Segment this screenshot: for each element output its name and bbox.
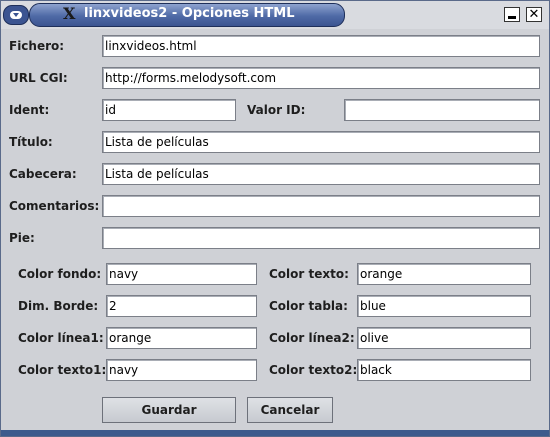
guardar-button[interactable]: Guardar (102, 397, 236, 423)
window-menu-icon (10, 11, 22, 19)
color-linea2-input[interactable]: olive (357, 327, 531, 349)
color-texto2-input[interactable]: black (357, 359, 531, 381)
ident-label: Ident: (9, 103, 50, 117)
fichero-label: Fichero: (9, 39, 65, 53)
ident-input[interactable]: id (102, 99, 236, 121)
options-dialog: X linxvideos2 - Opciones HTML ✕ Fichero:… (0, 0, 550, 437)
valor-id-input[interactable] (344, 99, 540, 121)
fichero-input[interactable]: linxvideos.html (102, 35, 540, 57)
color-texto-label: Color texto: (269, 267, 349, 281)
color-texto1-input[interactable]: navy (106, 359, 257, 381)
color-linea2-label: Color línea2: (269, 331, 355, 345)
title-bar[interactable]: X linxvideos2 - Opciones HTML ✕ (1, 1, 549, 29)
x-logo-icon: X (63, 4, 76, 23)
window-bottom-border (1, 430, 549, 436)
color-tabla-input[interactable]: blue (357, 295, 531, 317)
comentarios-label: Comentarios: (9, 199, 100, 213)
cabecera-label: Cabecera: (9, 167, 77, 181)
window-title: linxvideos2 - Opciones HTML (84, 6, 295, 21)
color-fondo-input[interactable]: navy (106, 263, 257, 285)
titulo-label: Título: (9, 135, 53, 149)
color-linea1-label: Color línea1: (18, 331, 104, 345)
color-texto2-label: Color texto2: (269, 363, 358, 377)
pie-input[interactable] (102, 227, 540, 249)
cancelar-button[interactable]: Cancelar (247, 397, 333, 423)
close-icon: ✕ (528, 7, 540, 22)
valor-id-label: Valor ID: (247, 103, 306, 117)
color-texto1-label: Color texto1: (18, 363, 107, 377)
comentarios-input[interactable] (102, 195, 540, 217)
color-tabla-label: Color tabla: (269, 299, 348, 313)
pie-label: Pie: (9, 231, 35, 245)
url-cgi-input[interactable]: http://forms.melodysoft.com (102, 67, 540, 89)
color-fondo-label: Color fondo: (18, 267, 102, 281)
titulo-input[interactable]: Lista de películas (102, 131, 540, 153)
color-linea1-input[interactable]: orange (106, 327, 257, 349)
dim-borde-label: Dim. Borde: (18, 299, 99, 313)
cabecera-input[interactable]: Lista de películas (102, 163, 540, 185)
url-cgi-label: URL CGI: (9, 71, 68, 85)
close-button[interactable]: ✕ (526, 7, 542, 22)
minimize-button[interactable] (504, 7, 520, 22)
window-menu-button[interactable] (3, 5, 29, 25)
dim-borde-input[interactable]: 2 (106, 295, 257, 317)
color-texto-input[interactable]: orange (357, 263, 531, 285)
